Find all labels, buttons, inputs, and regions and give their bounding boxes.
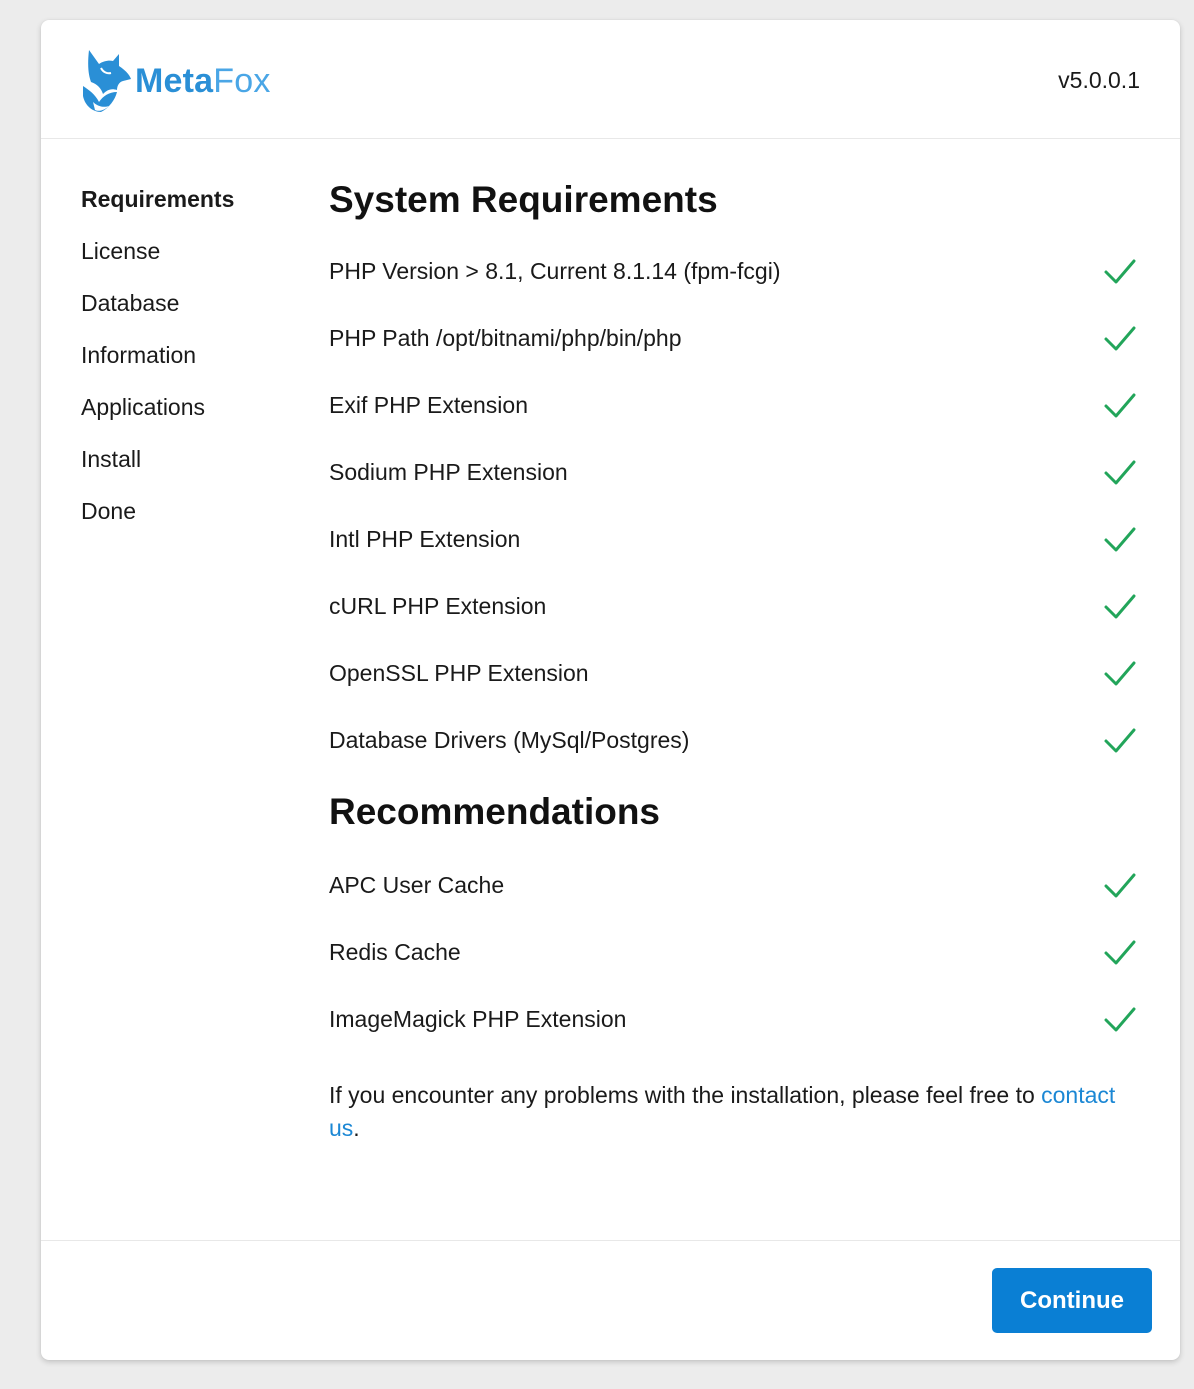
requirement-label: OpenSSL PHP Extension [329, 660, 589, 686]
help-message: If you encounter any problems with the i… [329, 1082, 1035, 1108]
requirement-label: cURL PHP Extension [329, 593, 547, 619]
check-icon [1104, 393, 1136, 417]
requirements-list: PHP Version > 8.1, Current 8.1.14 (fpm-f… [329, 238, 1139, 774]
main-content: System Requirements PHP Version > 8.1, C… [329, 176, 1139, 1168]
list-item: APC User Cache [329, 852, 1139, 919]
list-item: OpenSSL PHP Extension [329, 640, 1139, 707]
check-icon [1104, 661, 1136, 685]
requirement-label: Intl PHP Extension [329, 526, 521, 552]
check-icon [1104, 527, 1136, 551]
check-icon [1104, 1007, 1136, 1031]
sidebar-item-applications[interactable]: Applications [81, 392, 311, 444]
list-item: PHP Version > 8.1, Current 8.1.14 (fpm-f… [329, 238, 1139, 305]
sidebar-item-database[interactable]: Database [81, 288, 311, 340]
installer-card: MetaFox v5.0.0.1 Requirements License Da… [41, 20, 1180, 1360]
header: MetaFox v5.0.0.1 [41, 20, 1180, 139]
footer: Continue [41, 1240, 1180, 1360]
requirement-label: Sodium PHP Extension [329, 459, 568, 485]
check-icon [1104, 326, 1136, 350]
logo-text-meta: Meta [135, 62, 214, 100]
list-item: cURL PHP Extension [329, 573, 1139, 640]
fox-logo-icon [83, 50, 131, 112]
requirement-label: PHP Version > 8.1, Current 8.1.14 (fpm-f… [329, 258, 781, 284]
steps-sidebar: Requirements License Database Informatio… [81, 184, 311, 548]
list-item: ImageMagick PHP Extension [329, 986, 1139, 1053]
requirement-label: Database Drivers (MySql/Postgres) [329, 727, 690, 753]
recommendation-label: APC User Cache [329, 872, 505, 898]
help-text: If you encounter any problems with the i… [329, 1079, 1139, 1145]
sidebar-item-information[interactable]: Information [81, 340, 311, 392]
logo-text-fox: Fox [213, 62, 271, 100]
check-icon [1104, 594, 1136, 618]
check-icon [1104, 728, 1136, 752]
check-icon [1104, 259, 1136, 283]
list-item: Redis Cache [329, 919, 1139, 986]
requirement-label: PHP Path /opt/bitnami/php/bin/php [329, 325, 682, 351]
help-suffix: . [353, 1115, 360, 1141]
list-item: Database Drivers (MySql/Postgres) [329, 707, 1139, 774]
list-item: Sodium PHP Extension [329, 439, 1139, 506]
sidebar-item-license[interactable]: License [81, 236, 311, 288]
list-item: Exif PHP Extension [329, 372, 1139, 439]
sidebar-item-requirements[interactable]: Requirements [81, 184, 311, 236]
metafox-logo: MetaFox [79, 46, 271, 116]
continue-button[interactable]: Continue [992, 1268, 1152, 1333]
check-icon [1104, 873, 1136, 897]
requirement-label: Exif PHP Extension [329, 392, 529, 418]
check-icon [1104, 940, 1136, 964]
check-icon [1104, 460, 1136, 484]
list-item: Intl PHP Extension [329, 506, 1139, 573]
logo-wordmark: MetaFox [135, 64, 271, 98]
sidebar-item-install[interactable]: Install [81, 444, 311, 496]
recommendation-label: Redis Cache [329, 939, 461, 965]
recommendations-list: APC User Cache Redis Cache ImageMagick P… [329, 852, 1139, 1053]
system-requirements-title: System Requirements [329, 179, 718, 220]
recommendations-title: Recommendations [329, 791, 661, 832]
sidebar-item-done[interactable]: Done [81, 496, 311, 548]
recommendation-label: ImageMagick PHP Extension [329, 1006, 627, 1032]
list-item: PHP Path /opt/bitnami/php/bin/php [329, 305, 1139, 372]
version-label: v5.0.0.1 [1058, 67, 1140, 93]
